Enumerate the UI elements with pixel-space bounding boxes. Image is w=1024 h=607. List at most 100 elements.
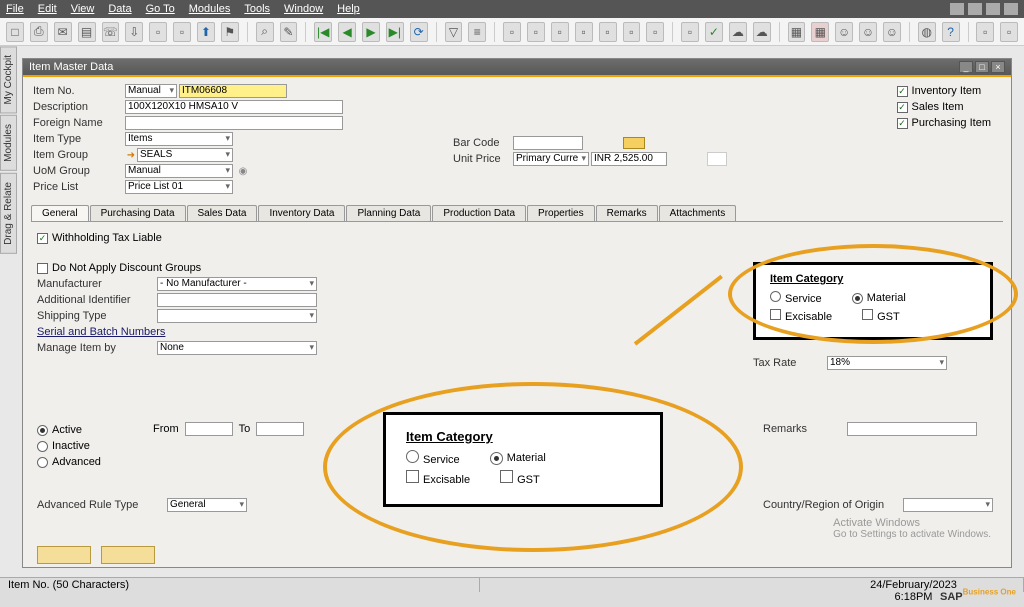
win-min-icon[interactable]: _ [959, 61, 973, 73]
tb-find-icon[interactable]: ⌕ [256, 22, 274, 42]
tb-user-icon[interactable]: ☺ [835, 22, 853, 42]
tb-d5-icon[interactable]: ▫ [599, 22, 617, 42]
to-input[interactable] [256, 422, 304, 436]
status-advanced-radio[interactable] [37, 457, 48, 468]
price-list-select[interactable]: Price List 01 [125, 180, 233, 194]
addid-input[interactable] [157, 293, 317, 307]
item-group-select[interactable]: SEALS [137, 148, 233, 162]
tb-doc-icon[interactable]: ▤ [78, 22, 96, 42]
win-close-icon[interactable]: × [991, 61, 1005, 73]
shipping-select[interactable] [157, 309, 317, 323]
from-input[interactable] [185, 422, 233, 436]
tb-last-icon[interactable]: ▶| [386, 22, 404, 42]
tab-attachments[interactable]: Attachments [659, 205, 737, 221]
tb-sort-icon[interactable]: ≡ [468, 22, 486, 42]
tb-globe-icon[interactable]: ◍ [918, 22, 936, 42]
tax-rate-select[interactable]: 18% [827, 356, 947, 370]
tb-d2-icon[interactable]: ▫ [527, 22, 545, 42]
item-no-input[interactable]: ITM06608 [179, 84, 287, 98]
tb-export-icon[interactable]: ⇩ [125, 22, 143, 42]
tb-e2-icon[interactable]: ✓ [705, 22, 723, 42]
window-max-icon[interactable] [986, 3, 1000, 15]
menu-file[interactable]: File [6, 3, 24, 15]
menu-help[interactable]: Help [337, 3, 360, 15]
item-group-link-icon[interactable]: ➜ [125, 149, 137, 161]
menu-modules[interactable]: Modules [189, 3, 231, 15]
inventory-checkbox[interactable] [897, 86, 908, 97]
tab-production[interactable]: Production Data [432, 205, 526, 221]
win-max-icon[interactable]: □ [975, 61, 989, 73]
barcode-browse-button[interactable] [623, 137, 645, 149]
tb-group-icon[interactable]: ☺ [859, 22, 877, 42]
tb-x2-icon[interactable]: ▫ [1000, 22, 1018, 42]
tab-planning[interactable]: Planning Data [346, 205, 431, 221]
tb-flag-icon[interactable]: ⚑ [221, 22, 239, 42]
tb-d6-icon[interactable]: ▫ [623, 22, 641, 42]
menu-window[interactable]: Window [284, 3, 323, 15]
tb-mail-icon[interactable]: ✉ [54, 22, 72, 42]
tb-next-icon[interactable]: ▶ [362, 22, 380, 42]
tb-chat2-icon[interactable]: ☁ [753, 22, 771, 42]
tb-filter-icon[interactable]: ▽ [445, 22, 463, 42]
menu-view[interactable]: View [71, 3, 95, 15]
barcode-input[interactable] [513, 136, 583, 150]
tb-d1-icon[interactable]: ▫ [503, 22, 521, 42]
purchasing-checkbox[interactable] [897, 118, 908, 129]
serial-batch-link[interactable]: Serial and Batch Numbers [37, 326, 165, 338]
window-restore-icon[interactable] [968, 3, 982, 15]
tb-print-icon[interactable]: ⎙ [30, 22, 48, 42]
manage-select[interactable]: None [157, 341, 317, 355]
tab-inventory[interactable]: Inventory Data [258, 205, 345, 221]
manufacturer-select[interactable]: - No Manufacturer - [157, 277, 317, 291]
country-select[interactable] [903, 498, 993, 512]
window-title-bar[interactable]: Item Master Data _ □ × [23, 59, 1011, 75]
tb-page-icon[interactable]: ▫ [149, 22, 167, 42]
ok-button[interactable] [37, 546, 91, 564]
tb-chat-icon[interactable]: ☁ [729, 22, 747, 42]
unit-price-currency-select[interactable]: Primary Curre [513, 152, 589, 166]
tab-purchasing[interactable]: Purchasing Data [90, 205, 186, 221]
tb-help-icon[interactable]: ? [942, 22, 960, 42]
tb-first-icon[interactable]: |◀ [314, 22, 332, 42]
sidetab-drag[interactable]: Drag & Relate [0, 173, 17, 254]
unit-price-input[interactable]: INR 2,525.00 [591, 152, 667, 166]
menu-edit[interactable]: Edit [38, 3, 57, 15]
tb-new-icon[interactable]: □ [6, 22, 24, 42]
tb-refresh-icon[interactable]: ⟳ [410, 22, 428, 42]
window-min-icon[interactable] [950, 3, 964, 15]
tb-person-icon[interactable]: ☺ [883, 22, 901, 42]
tb-up-icon[interactable]: ⬆ [197, 22, 215, 42]
unit-price-extra[interactable] [707, 152, 727, 166]
uom-info-icon[interactable]: ◉ [237, 165, 249, 177]
foreign-name-input[interactable] [125, 116, 343, 130]
tb-cal-icon[interactable]: ▦ [788, 22, 806, 42]
tb-page2-icon[interactable]: ▫ [173, 22, 191, 42]
sidetab-cockpit[interactable]: My Cockpit [0, 46, 17, 113]
tb-prev-icon[interactable]: ◀ [338, 22, 356, 42]
tb-add-icon[interactable]: ✎ [280, 22, 298, 42]
tab-general[interactable]: General [31, 205, 89, 221]
withholding-checkbox[interactable] [37, 233, 48, 244]
window-close-icon[interactable] [1004, 3, 1018, 15]
tb-d3-icon[interactable]: ▫ [551, 22, 569, 42]
description-input[interactable]: 100X120X10 HMSA10 V [125, 100, 343, 114]
status-active-radio[interactable] [37, 425, 48, 436]
uom-group-select[interactable]: Manual [125, 164, 233, 178]
discount-checkbox[interactable] [37, 263, 48, 274]
tb-d7-icon[interactable]: ▫ [646, 22, 664, 42]
menu-data[interactable]: Data [108, 3, 131, 15]
sidetab-modules[interactable]: Modules [0, 115, 17, 171]
remarks-input[interactable] [847, 422, 977, 436]
tb-fax-icon[interactable]: ☏ [102, 22, 120, 42]
status-inactive-radio[interactable] [37, 441, 48, 452]
tb-cal2-icon[interactable]: ▦ [811, 22, 829, 42]
tb-d4-icon[interactable]: ▫ [575, 22, 593, 42]
tab-properties[interactable]: Properties [527, 205, 595, 221]
adv-rule-select[interactable]: General [167, 498, 247, 512]
tab-sales[interactable]: Sales Data [187, 205, 258, 221]
sales-checkbox[interactable] [897, 102, 908, 113]
tab-remarks[interactable]: Remarks [596, 205, 658, 221]
menu-goto[interactable]: Go To [146, 3, 175, 15]
item-type-select[interactable]: Items [125, 132, 233, 146]
tb-e1-icon[interactable]: ▫ [681, 22, 699, 42]
